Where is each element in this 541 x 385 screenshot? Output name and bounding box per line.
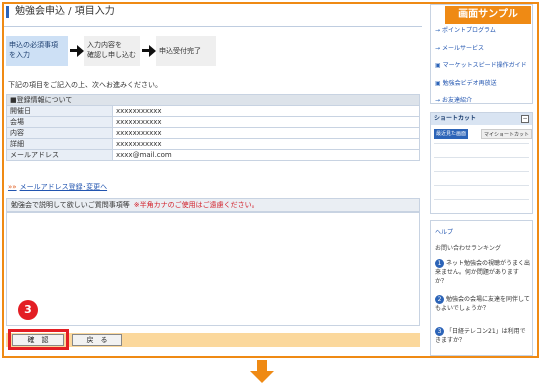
rank-icon: 2 (435, 295, 444, 304)
divider (434, 143, 529, 144)
step-indicator: 申込の必須事項 を入力 入力内容を 確認し申し込む 申込受付完了 (6, 36, 266, 66)
divider (434, 157, 529, 158)
sidebar-item-label: メールサービス (442, 45, 485, 52)
question-header: 勉強会で説明して欲しいご質問事項等 ※半角カナのご使用はご遠慮ください。 (6, 198, 420, 212)
step-1: 申込の必須事項 を入力 (6, 36, 68, 66)
row-value: xxxxxxxxxxx (112, 138, 420, 150)
registration-section-title: ■登録情報について (6, 94, 420, 106)
help-item[interactable]: 1 ネット勉強会の視聴がうまく出来ません。何か問題がありますか？ (435, 259, 530, 286)
double-arrow-icon: »» (8, 183, 17, 191)
sidebar-item-mail-service[interactable]: → メールサービス (435, 43, 484, 52)
step-arrow-icon (142, 44, 156, 58)
question-warning: ※半角カナのご使用はご遠慮ください。 (133, 201, 259, 209)
help-item-text: 「日経テレコン21」は利用できますか？ (435, 328, 526, 344)
step-3: 申込受付完了 (156, 36, 216, 66)
sidebar-item-label: お友達紹介 (442, 97, 473, 104)
row-key: 開催日 (6, 105, 113, 117)
divider (434, 185, 529, 186)
row-value: xxxx@mail.com (112, 149, 420, 161)
row-value: xxxxxxxxxxx (112, 127, 420, 139)
step-number-badge: 3 (18, 300, 38, 320)
step-1-line1: 申込の必須事項 (9, 41, 58, 49)
table-row: メールアドレス xxxx@mail.com (6, 149, 420, 161)
question-textarea[interactable] (6, 212, 420, 326)
tab-my-shortcuts[interactable]: マイショートカット (481, 129, 532, 139)
help-title: ヘルプ (435, 229, 454, 236)
sidebar-item-label: ポイントプログラム (442, 27, 496, 34)
row-key: メールアドレス (6, 149, 113, 161)
shortcut-panel: ショートカット − 最近見た画面 マイショートカット (430, 112, 533, 214)
video-icon: ▣ (435, 80, 441, 87)
sidebar-item-marketspeed-guide[interactable]: ▣ マーケットスピード操作ガイド (435, 60, 527, 69)
table-row: 内容 xxxxxxxxxxx (6, 127, 420, 139)
help-item[interactable]: 3 「日経テレコン21」は利用できますか？ (435, 327, 530, 345)
minimize-icon[interactable]: − (521, 115, 529, 123)
sample-watermark: 画面サンプル (445, 6, 531, 24)
row-value: xxxxxxxxxxx (112, 105, 420, 117)
instruction-text: 下記の項目をご記入の上、次へお進みください。 (8, 81, 162, 89)
arrow-icon: → (435, 45, 441, 52)
help-item-text: ネット勉強会の視聴がうまく出来ません。何か問題がありますか？ (435, 260, 531, 285)
divider (434, 199, 529, 200)
sidebar-item-friend-referral[interactable]: → お友達紹介 (435, 95, 472, 104)
row-key: 内容 (6, 127, 113, 139)
back-button[interactable]: 戻 る (72, 334, 122, 346)
step-3-line1: 申込受付完了 (159, 47, 201, 55)
sidebar-item-video-rebroadcast[interactable]: ▣ 勉強会ビデオ再放送 (435, 78, 497, 87)
row-key: 詳細 (6, 138, 113, 150)
tab-recent-screens[interactable]: 最近見た画面 (434, 129, 469, 139)
arrow-icon: → (435, 27, 441, 34)
step-2-line1: 入力内容を (87, 41, 122, 49)
shortcut-title: ショートカット (431, 113, 532, 125)
help-item[interactable]: 2 勉強会の会場に友達を同伴してもよいでしょうか？ (435, 295, 530, 313)
table-row: 会場 xxxxxxxxxxx (6, 116, 420, 128)
row-key: 会場 (6, 116, 113, 128)
sidebar-item-label: マーケットスピード操作ガイド (442, 62, 527, 69)
question-label: 勉強会で説明して欲しいご質問事項等 (11, 201, 130, 209)
video-icon: ▣ (435, 62, 441, 69)
help-subtitle: お問い合わせランキング (435, 245, 501, 252)
confirm-highlight-frame (8, 329, 69, 350)
table-row: 開催日 xxxxxxxxxxx (6, 105, 420, 117)
step-2-line2: 確認し申し込む (87, 51, 136, 59)
row-value: xxxxxxxxxxx (112, 116, 420, 128)
help-panel: ヘルプ お問い合わせランキング 1 ネット勉強会の視聴がうまく出来ません。何か問題… (430, 220, 533, 356)
sidebar-item-points[interactable]: → ポイントプログラム (435, 25, 496, 34)
help-item-text: 勉強会の会場に友達を同伴してもよいでしょうか？ (435, 296, 530, 312)
sidebar-item-label: 勉強会ビデオ再放送 (442, 80, 497, 87)
page-title: 勉強会申込 / 項目入力 (6, 6, 115, 18)
divider (434, 171, 529, 172)
mail-address-link[interactable]: »» メールアドレス登録･変更へ (8, 182, 107, 192)
registration-table: ■登録情報について 開催日 xxxxxxxxxxx 会場 xxxxxxxxxxx 内… (6, 94, 420, 161)
title-divider (4, 26, 422, 27)
step-2: 入力内容を 確認し申し込む (84, 36, 140, 66)
mail-link-label: メールアドレス登録･変更へ (19, 183, 108, 191)
arrow-icon: → (435, 97, 441, 104)
rank-icon: 1 (435, 259, 444, 268)
rank-icon: 3 (435, 327, 444, 336)
table-row: 詳細 xxxxxxxxxxx (6, 138, 420, 150)
step-arrow-icon (70, 44, 84, 58)
step-1-line2: を入力 (9, 51, 30, 59)
